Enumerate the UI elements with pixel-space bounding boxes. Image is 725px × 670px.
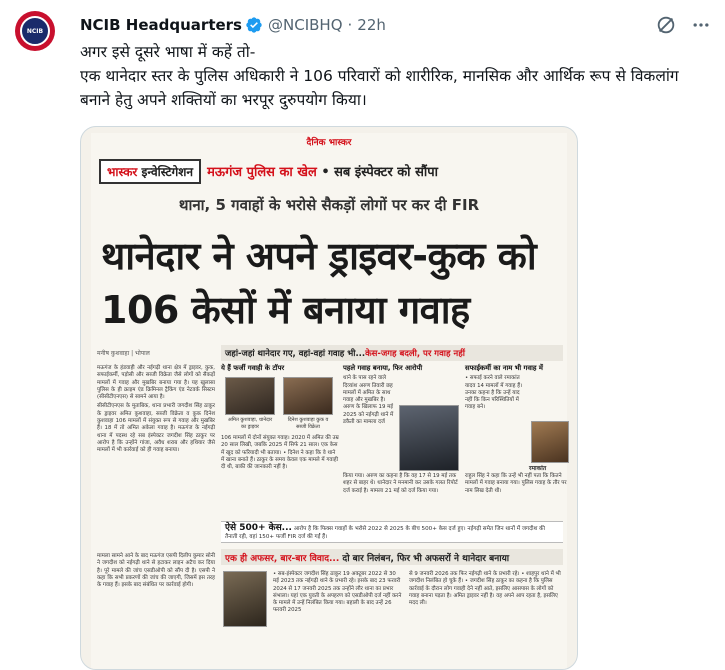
banner-1: जहां-जहां थानेदार गए, वहां-वहां गवाह भी.… [221, 345, 563, 361]
panel-sweeper: सफाईकर्मी का नाम भी गवाह में • सफाई करने… [465, 364, 569, 515]
bottom-column-2: से 9 जनवरी 2026 तक फिर नईगढ़ी थाने के प्… [409, 571, 561, 607]
section-tag: भास्कर इन्वेस्टिगेशन [99, 158, 202, 184]
byline: मनीष कुशवाहा | भोपाल [97, 350, 150, 357]
left-column-bottom: मामला सामने आने के बाद मऊगंज एसपी दिलीप … [97, 553, 215, 589]
avatar-label: NCIB [26, 27, 44, 35]
caption-dinesh: दिनेश कुशवाहा कुक व सब्जी विक्रेता [287, 417, 329, 431]
separator-dot: · [347, 16, 353, 34]
subhead: थाना, 5 गवाहों के भरोसे सैकड़ों लोगों पर… [178, 196, 480, 214]
headline: थानेदार ने अपने ड्राइवर-कुक को 106 केसों… [101, 234, 537, 332]
photo-ramakant [531, 421, 569, 463]
info-strip: ऐसे 500+ केस... आरोप है कि फिक्स गवाहों … [221, 521, 563, 543]
caption-ramakant: रमाकांत [529, 465, 547, 472]
tweet-header: NCIB Headquarters @NCIBHQ · 22h [80, 14, 711, 36]
photo-amit [225, 377, 275, 415]
more-icon[interactable] [691, 15, 711, 35]
photo-arun [399, 405, 459, 471]
left-column: मऊगंज के हंडवाही और नईगढ़ी थाना क्षेत्र … [97, 365, 215, 454]
kicker: मऊगंज पुलिस का खेल • सब इंस्पेक्टर को सौ… [207, 165, 438, 180]
newspaper-clipping: दैनिक भास्कर भास्कर इन्वेस्टिगेशन मऊगंज … [91, 133, 569, 669]
masthead: दैनिक भास्कर [306, 138, 352, 148]
panel-toppers: ये हैं फर्जी गवाही के टॉपर अमित कुशवाहा,… [221, 364, 339, 471]
tweet-line-2: एक थानेदार स्तर के पुलिस अधिकारी ने 106 … [80, 67, 679, 109]
author-name[interactable]: NCIB Headquarters [80, 16, 242, 34]
panel-witness-accused: पहले गवाह बनाया, फिर आरोपी थाने के पास र… [343, 364, 459, 494]
photo-dinesh [283, 377, 333, 415]
tweet-text: अगर इसे दूसरे भाषा में कहें तो- एक थानेद… [80, 40, 705, 112]
avatar[interactable]: NCIB [15, 11, 55, 51]
tweet-media-image[interactable]: दैनिक भास्कर भास्कर इन्वेस्टिगेशन मऊगंज … [80, 126, 578, 670]
avatar-logo: NCIB [20, 16, 50, 46]
timestamp[interactable]: 22h [357, 16, 386, 34]
verified-badge-icon [246, 17, 262, 33]
tweet-line-1: अगर इसे दूसरे भाषा में कहें तो- [80, 43, 256, 61]
banner-2: एक ही अफसर, बार-बार विवाद... दो बार निलं… [221, 549, 563, 565]
author-handle[interactable]: @NCIBHQ [268, 16, 343, 34]
bottom-column-1: • सब-इंस्पेक्टर जगदीश सिंह ठाकुर 19 अक्ट… [273, 571, 402, 614]
grok-icon[interactable] [655, 14, 677, 36]
caption-amit: अमित कुशवाहा, थानेदार का ड्राइवर [227, 417, 273, 431]
photo-jagdish [223, 571, 267, 627]
section-row: भास्कर इन्वेस्टिगेशन मऊगंज पुलिस का खेल … [99, 157, 559, 185]
